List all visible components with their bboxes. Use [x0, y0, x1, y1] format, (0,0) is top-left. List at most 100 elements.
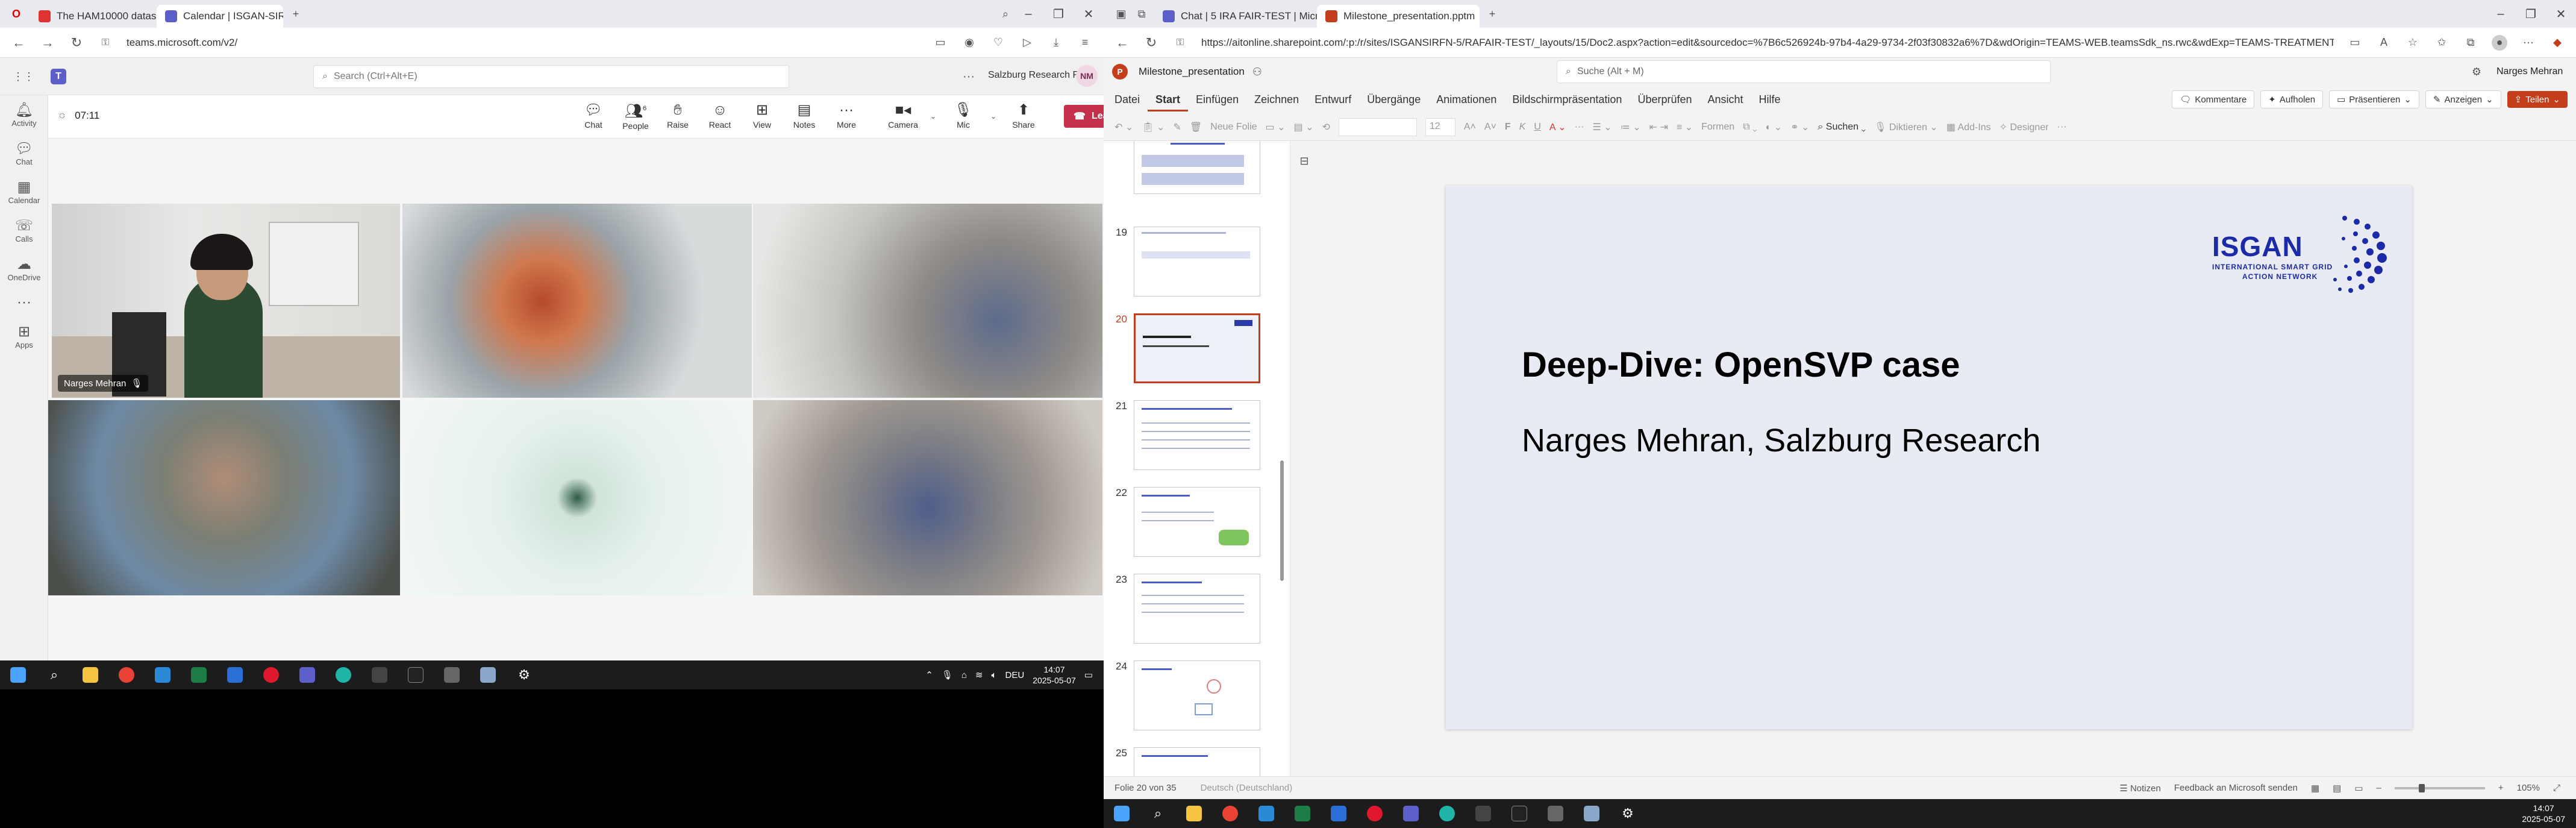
- rail-calendar[interactable]: ▦ Calendar: [0, 172, 48, 211]
- layout-icon[interactable]: ▭ ⌄: [1266, 121, 1286, 133]
- opera-icon[interactable]: [258, 663, 284, 686]
- settings-icon[interactable]: ⚙: [2469, 64, 2484, 80]
- sorter-view-icon[interactable]: ▤: [2333, 783, 2341, 794]
- search-icon[interactable]: ⌕: [1145, 802, 1171, 825]
- url-field[interactable]: https://aitonline.sharepoint.com/:p:/r/s…: [1201, 37, 2334, 49]
- participant-video-blurred[interactable]: [753, 204, 1102, 398]
- people-button[interactable]: 👥︎6 People: [616, 101, 655, 131]
- rail-more[interactable]: ···: [0, 288, 48, 317]
- delete-icon[interactable]: 🗑︎: [1190, 121, 1202, 133]
- forward-icon[interactable]: →: [40, 35, 55, 51]
- rail-calls[interactable]: ☏ Calls: [0, 211, 48, 249]
- app-launcher-icon[interactable]: ⋮⋮: [13, 69, 34, 84]
- cmd-icon[interactable]: [402, 663, 429, 686]
- camera-button[interactable]: ■◂ Camera: [883, 102, 923, 130]
- share-button[interactable]: ⇪ Teilen ⌄: [2507, 91, 2568, 108]
- more-button[interactable]: ··· More: [827, 102, 866, 130]
- tab-actions-icon[interactable]: ⧉: [1134, 6, 1149, 22]
- search-icon[interactable]: ⌕: [998, 6, 1013, 22]
- language-status[interactable]: Deutsch (Deutschland): [1201, 783, 1293, 793]
- fill-icon[interactable]: ◐ ⌄: [1766, 121, 1783, 133]
- rail-apps[interactable]: ⊞ Apps: [0, 317, 48, 356]
- bookmark-icon[interactable]: ▷: [1019, 35, 1035, 51]
- new-slide-button[interactable]: Neue Folie: [1210, 122, 1257, 133]
- back-icon[interactable]: ←: [1114, 35, 1130, 51]
- menu-zeichnen[interactable]: Zeichnen: [1246, 93, 1307, 106]
- format-painter-icon[interactable]: ✎: [1173, 121, 1181, 133]
- start-icon[interactable]: [1108, 802, 1135, 825]
- read-aloud-icon[interactable]: A: [2376, 35, 2392, 51]
- collections-icon[interactable]: ⧉: [2463, 35, 2478, 51]
- italic-icon[interactable]: K: [1519, 122, 1526, 133]
- reload-icon[interactable]: ↻: [69, 35, 84, 51]
- menu-hilfe[interactable]: Hilfe: [1751, 93, 1789, 106]
- new-tab-icon[interactable]: +: [1484, 6, 1500, 22]
- menu-uebergaenge[interactable]: Übergänge: [1359, 93, 1428, 106]
- start-icon[interactable]: [5, 663, 31, 686]
- file-name[interactable]: Milestone_presentation: [1139, 66, 1245, 78]
- heart-icon[interactable]: ♡: [990, 35, 1006, 51]
- slide-thumbnail-24[interactable]: 24: [1104, 660, 1284, 730]
- slide-thumbnail-20[interactable]: 20: [1104, 313, 1284, 383]
- fit-slide-icon[interactable]: ⤢: [2553, 783, 2560, 793]
- rail-activity[interactable]: 🔔︎ Activity: [0, 95, 48, 134]
- edge-icon[interactable]: [330, 663, 357, 686]
- menu-animationen[interactable]: Animationen: [1428, 93, 1504, 106]
- snipping-icon[interactable]: [439, 663, 465, 686]
- participant-video-blurred[interactable]: [48, 400, 400, 595]
- slide-thumbnail-23[interactable]: 23: [1104, 574, 1284, 644]
- notes-button[interactable]: ☰ Notizen: [2119, 783, 2160, 794]
- slide-thumbnail-19[interactable]: 19: [1104, 227, 1284, 296]
- menu-icon[interactable]: ≡: [1077, 35, 1093, 51]
- dictate-button[interactable]: 🎙︎ Diktieren ⌄: [1874, 121, 1938, 133]
- tab-calendar[interactable]: Calendar | ISGAN-SIR... ✕: [157, 5, 283, 28]
- ppt-search-input[interactable]: ⌕ Suche (Alt + M): [1557, 60, 2051, 83]
- minimize-icon[interactable]: –: [2486, 7, 2516, 21]
- chevron-up-icon[interactable]: ⌃: [925, 670, 933, 680]
- participant-video-blurred[interactable]: [402, 400, 752, 595]
- link-icon[interactable]: ⚭ ⌄: [1790, 121, 1809, 133]
- avatar[interactable]: NM: [1076, 65, 1098, 87]
- terminal-icon[interactable]: [1470, 802, 1496, 825]
- participant-video-self[interactable]: Narges Mehran 🎙︎: [52, 204, 400, 398]
- tab-teams-chat[interactable]: Chat | 5 IRA FAIR-TEST | Microsoft... ✕: [1154, 5, 1317, 28]
- font-grow-icon[interactable]: A˄: [1464, 122, 1476, 133]
- volume-icon[interactable]: 🔈︎: [992, 670, 997, 680]
- menu-entwurf[interactable]: Entwurf: [1307, 93, 1359, 106]
- camera-icon[interactable]: ◉: [961, 35, 977, 51]
- chrome-icon[interactable]: [113, 663, 140, 686]
- settings-icon[interactable]: ⚙: [511, 663, 537, 686]
- rail-chat[interactable]: 💬︎ Chat: [0, 134, 48, 172]
- url-field[interactable]: teams.microsoft.com/v2/: [127, 37, 919, 49]
- security-lock-icon[interactable]: ⚿: [98, 37, 113, 48]
- leave-button[interactable]: ☎ Leave: [1064, 104, 1104, 128]
- snipping-icon[interactable]: [1542, 802, 1569, 825]
- slide-thumbnail-22[interactable]: 22: [1104, 487, 1284, 557]
- clock[interactable]: 14:07 2025-05-07: [2522, 803, 2565, 824]
- rail-onedrive[interactable]: ☁ OneDrive: [0, 249, 48, 288]
- minimize-icon[interactable]: –: [1013, 7, 1043, 21]
- section-icon[interactable]: ▤ ⌄: [1294, 121, 1314, 133]
- participant-video-blurred[interactable]: [753, 400, 1102, 595]
- opera-icon[interactable]: [1361, 802, 1388, 825]
- chevron-down-icon[interactable]: ⌄: [925, 108, 941, 124]
- tab-milestone-presentation[interactable]: Milestone_presentation.pptm ✕: [1317, 5, 1480, 28]
- font-color-icon[interactable]: A ⌄: [1549, 121, 1566, 133]
- app-available-icon[interactable]: ▭: [2347, 35, 2363, 51]
- current-slide[interactable]: ISGAN INTERNATIONAL SMART GRID ACTION NE…: [1446, 186, 2412, 729]
- catch-up-button[interactable]: ✦ Aufholen: [2260, 90, 2324, 108]
- zoom-out-icon[interactable]: –: [2377, 783, 2381, 793]
- paste-icon[interactable]: 📋︎ ⌄: [1142, 121, 1165, 133]
- font-size-select[interactable]: 12: [1425, 118, 1455, 136]
- thumbnail-scrollbar[interactable]: [1280, 460, 1284, 581]
- copilot-icon[interactable]: ◆: [2549, 35, 2565, 51]
- teams-search-input[interactable]: ⌕ Search (Ctrl+Alt+E): [313, 65, 789, 88]
- favorites-bar-icon[interactable]: ✩: [2434, 35, 2449, 51]
- menu-datei[interactable]: Datei: [1104, 93, 1148, 106]
- chrome-icon[interactable]: [1217, 802, 1243, 825]
- menu-einfuegen[interactable]: Einfügen: [1188, 93, 1246, 106]
- menu-ansicht[interactable]: Ansicht: [1700, 93, 1751, 106]
- font-shrink-icon[interactable]: A˅: [1484, 122, 1496, 133]
- more-icon[interactable]: ···: [963, 70, 975, 84]
- participant-video-blurred[interactable]: [402, 204, 752, 398]
